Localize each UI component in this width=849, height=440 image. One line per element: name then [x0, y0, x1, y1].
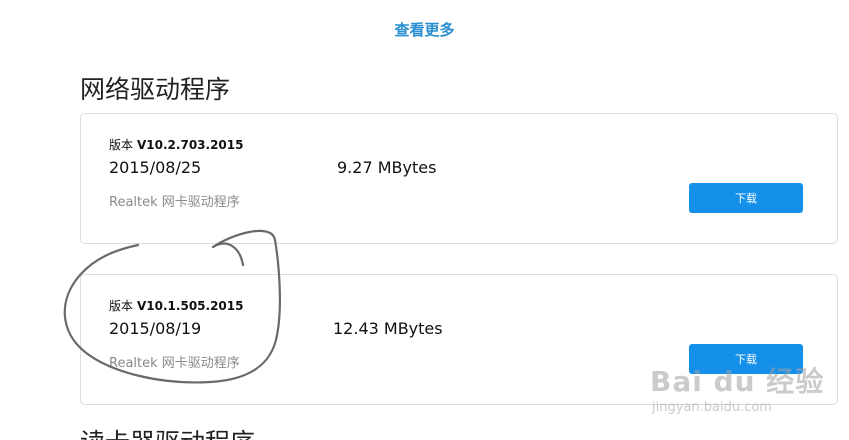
- release-date: 2015/08/19: [109, 319, 202, 338]
- version-number: V10.1.505.2015: [137, 299, 244, 313]
- version-number: V10.2.703.2015: [137, 138, 244, 152]
- next-section-title: 读卡器驱动程序: [80, 428, 255, 440]
- driver-card: 版本 V10.2.703.2015 2015/08/25 9.27 MBytes …: [80, 113, 838, 244]
- driver-description: Realtek 网卡驱动程序: [109, 195, 240, 210]
- version-line: 版本 V10.2.703.2015: [109, 136, 243, 153]
- see-more-link[interactable]: 查看更多: [0, 19, 849, 40]
- section-title: 网络驱动程序: [80, 75, 231, 104]
- download-button[interactable]: 下载: [689, 344, 803, 374]
- driver-description: Realtek 网卡驱动程序: [109, 356, 240, 371]
- version-prefix: 版本: [109, 299, 134, 313]
- file-size: 12.43 MBytes: [333, 319, 443, 338]
- release-date: 2015/08/25: [109, 158, 202, 177]
- download-button[interactable]: 下载: [689, 183, 803, 213]
- version-prefix: 版本: [109, 138, 134, 152]
- driver-card: 版本 V10.1.505.2015 2015/08/19 12.43 MBytes…: [80, 274, 838, 405]
- version-line: 版本 V10.1.505.2015: [109, 297, 243, 314]
- file-size: 9.27 MBytes: [337, 158, 437, 177]
